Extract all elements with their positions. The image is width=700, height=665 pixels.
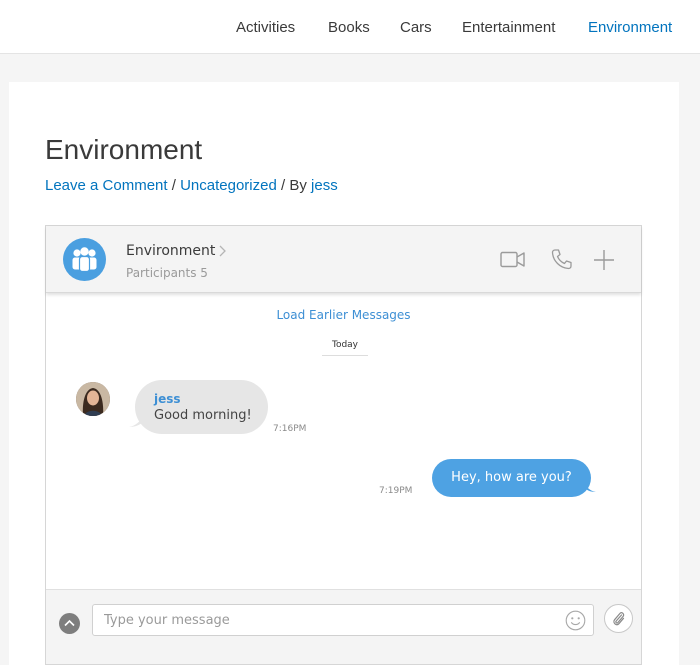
incoming-message-bubble xyxy=(135,380,268,434)
group-people-icon xyxy=(72,247,97,273)
chevron-right-icon[interactable] xyxy=(219,245,226,257)
message-sender-name[interactable]: jess xyxy=(154,392,181,406)
avatar[interactable] xyxy=(76,382,110,416)
post-card: Environment Leave a Comment / Uncategori… xyxy=(9,82,679,665)
expand-options-button[interactable] xyxy=(59,613,80,634)
chat-widget: Environment Participants 5 Load Earlier … xyxy=(45,225,642,665)
load-earlier-messages-link[interactable]: Load Earlier Messages xyxy=(46,308,641,322)
nav-item-activities[interactable]: Activities xyxy=(236,19,295,36)
phone-icon[interactable] xyxy=(550,248,573,271)
avatar-photo xyxy=(76,382,110,416)
meta-by-label: / By xyxy=(276,177,312,194)
leave-comment-link[interactable]: Leave a Comment xyxy=(45,177,168,194)
chevron-up-icon xyxy=(64,619,75,627)
category-link[interactable]: Uncategorized xyxy=(180,177,277,194)
emoji-icon[interactable] xyxy=(565,610,586,631)
outgoing-message-text: Hey, how are you? xyxy=(451,470,572,485)
message-input[interactable] xyxy=(92,604,594,636)
incoming-message-time: 7:16PM xyxy=(273,424,307,434)
nav-item-environment[interactable]: Environment xyxy=(588,19,672,36)
page-title: Environment xyxy=(45,134,203,165)
incoming-message-text: Good morning! xyxy=(154,408,252,423)
plus-icon[interactable] xyxy=(593,249,615,271)
chat-group-name[interactable]: Environment xyxy=(126,243,215,259)
paperclip-icon xyxy=(613,612,625,626)
nav-item-cars[interactable]: Cars xyxy=(400,19,432,36)
top-navigation: Activities Books Cars Entertainment Envi… xyxy=(0,0,700,54)
video-camera-icon[interactable] xyxy=(500,251,526,268)
outgoing-message-time: 7:19PM xyxy=(379,486,413,496)
nav-item-books[interactable]: Books xyxy=(328,19,370,36)
message-composer xyxy=(46,589,641,664)
post-meta: Leave a Comment / Uncategorized / By jes… xyxy=(45,177,338,194)
attach-file-button[interactable] xyxy=(604,604,633,633)
group-avatar[interactable] xyxy=(63,238,106,281)
author-link[interactable]: jess xyxy=(311,177,338,194)
participants-count: Participants 5 xyxy=(126,266,208,280)
meta-separator: / xyxy=(167,177,181,194)
nav-item-entertainment[interactable]: Entertainment xyxy=(462,19,555,36)
chat-header: Environment Participants 5 xyxy=(46,226,641,293)
day-separator: Today xyxy=(322,334,368,356)
